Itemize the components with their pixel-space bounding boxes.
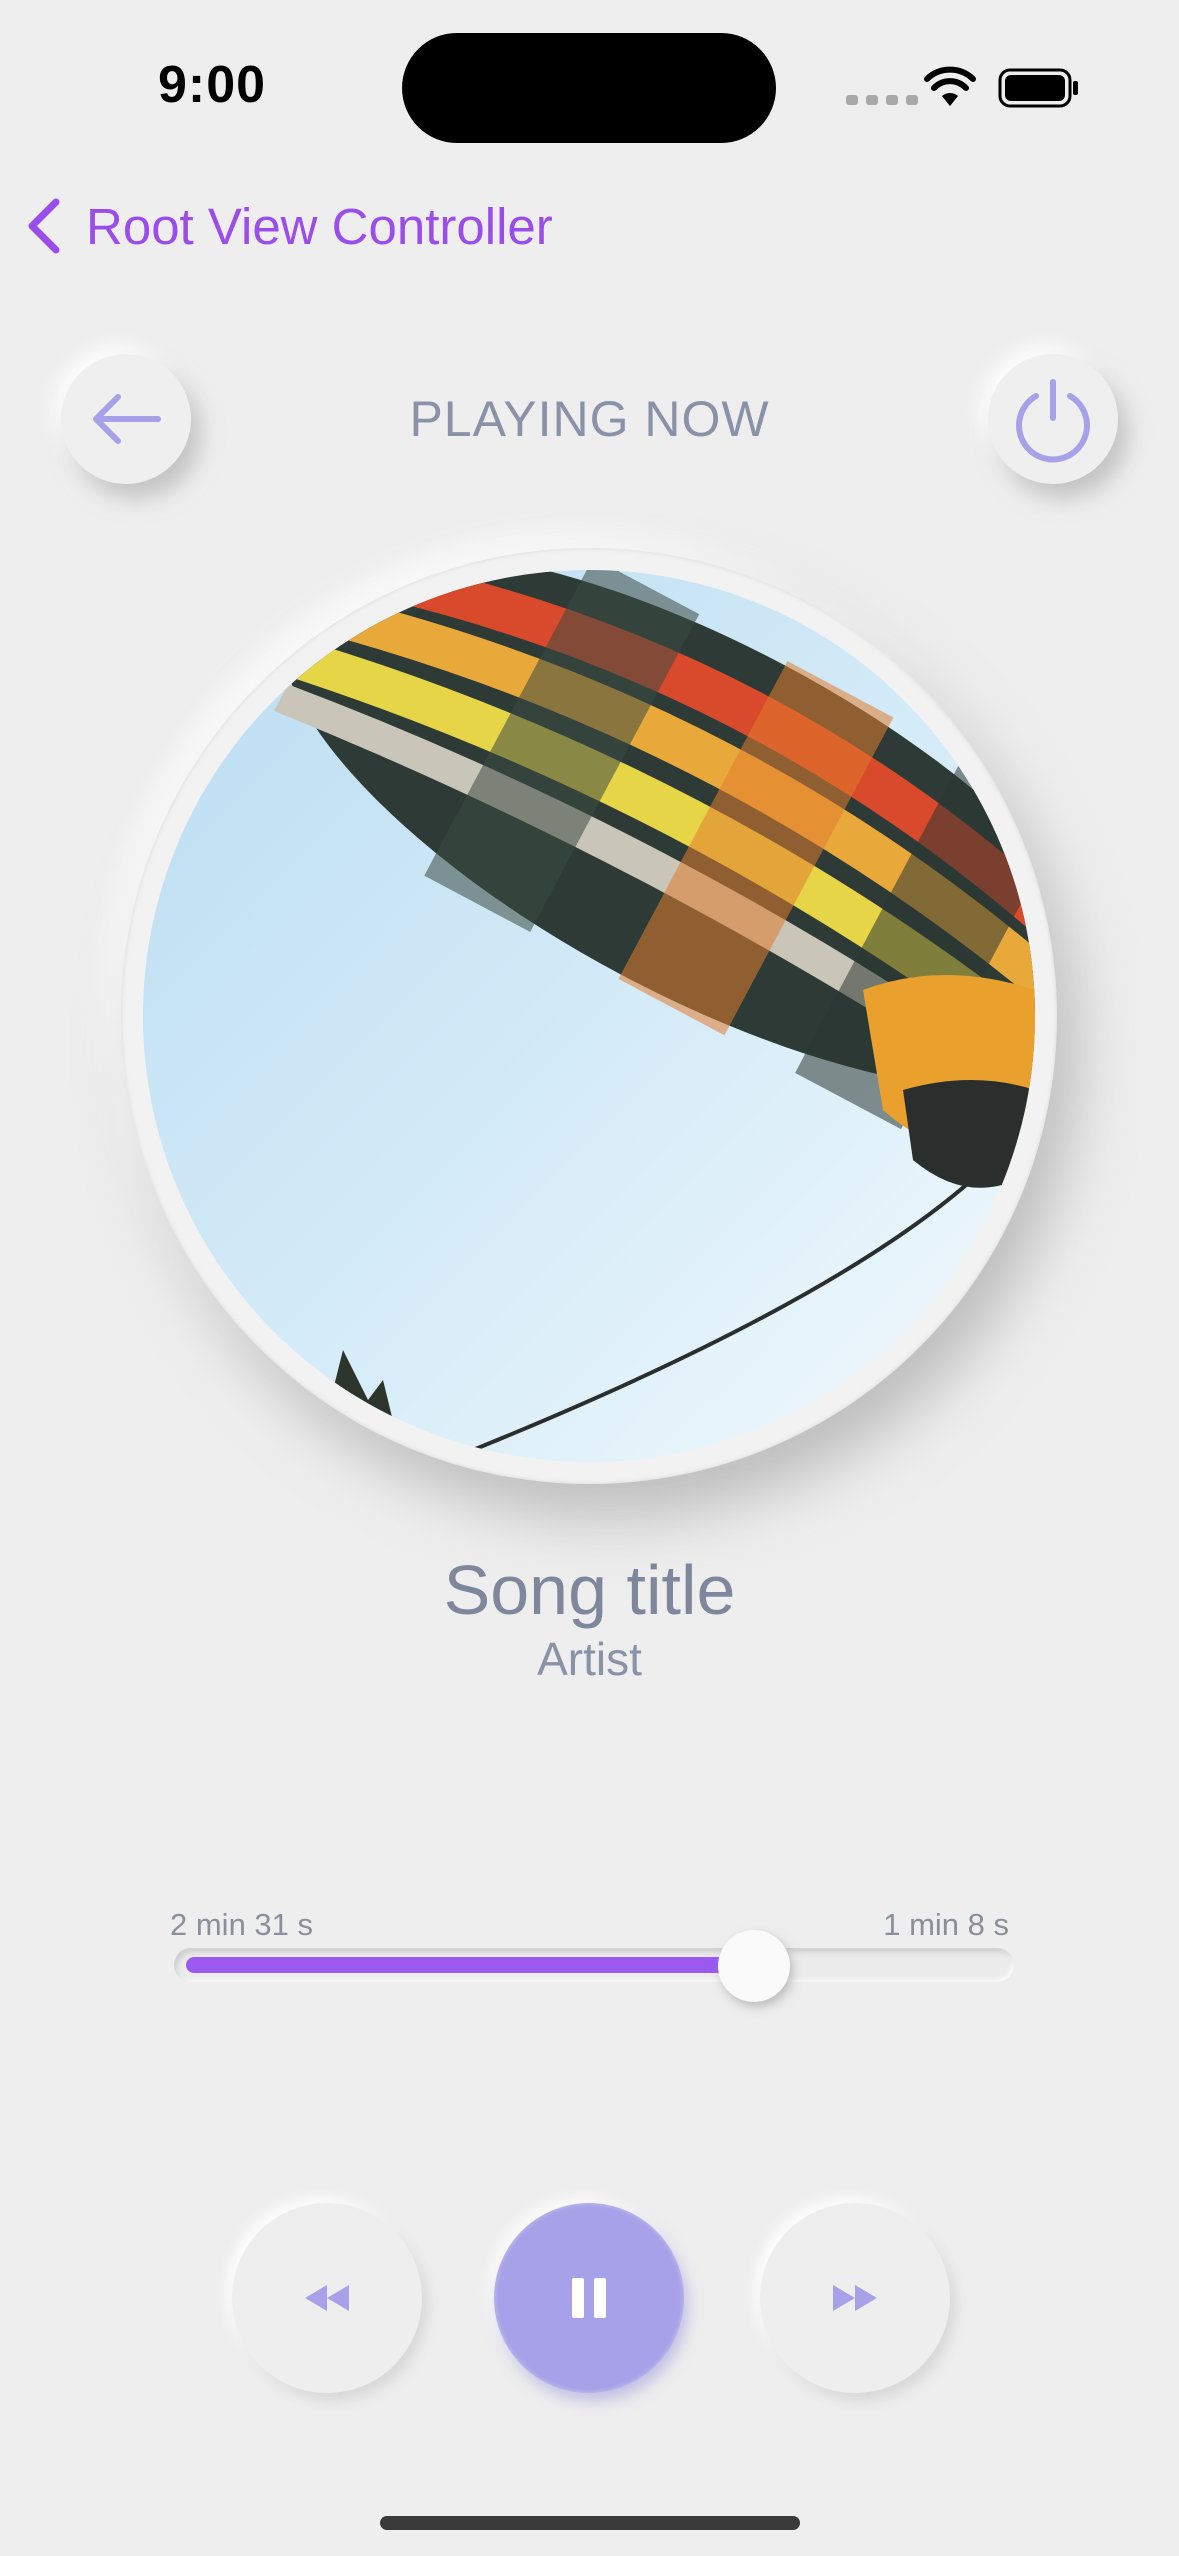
- music-player-screen: 9:00 Root View Controller PLAYING NOW So…: [0, 0, 1179, 2556]
- rewind-icon: [305, 2285, 349, 2311]
- previous-button[interactable]: [232, 2203, 422, 2393]
- fast-forward-icon: [833, 2285, 877, 2311]
- home-indicator: [380, 2516, 800, 2530]
- nav-back-label: Root View Controller: [86, 197, 553, 255]
- progress-thumb[interactable]: [718, 1930, 790, 2002]
- battery-icon: [998, 68, 1078, 108]
- pause-button[interactable]: [494, 2203, 684, 2393]
- progress-slider[interactable]: [174, 1930, 1014, 2002]
- power-button[interactable]: [988, 354, 1118, 484]
- wifi-icon: [924, 66, 976, 106]
- cellular-signal-icon: [846, 95, 918, 105]
- pause-icon: [572, 2278, 606, 2318]
- nav-back-button[interactable]: Root View Controller: [24, 196, 553, 256]
- album-art-image: [143, 570, 1035, 1462]
- chevron-left-icon: [28, 198, 60, 254]
- time-elapsed: 2 min 31 s: [170, 1907, 314, 1942]
- song-title: Song title: [443, 1551, 736, 1629]
- power-icon: [1016, 379, 1090, 463]
- dynamic-island: [402, 33, 776, 143]
- next-button[interactable]: [760, 2203, 950, 2393]
- time-remaining: 1 min 8 s: [883, 1907, 1009, 1942]
- album-art-frame: [121, 548, 1057, 1484]
- status-time: 9:00: [158, 56, 267, 114]
- song-artist: Artist: [537, 1633, 642, 1685]
- progress-fill: [186, 1957, 754, 1973]
